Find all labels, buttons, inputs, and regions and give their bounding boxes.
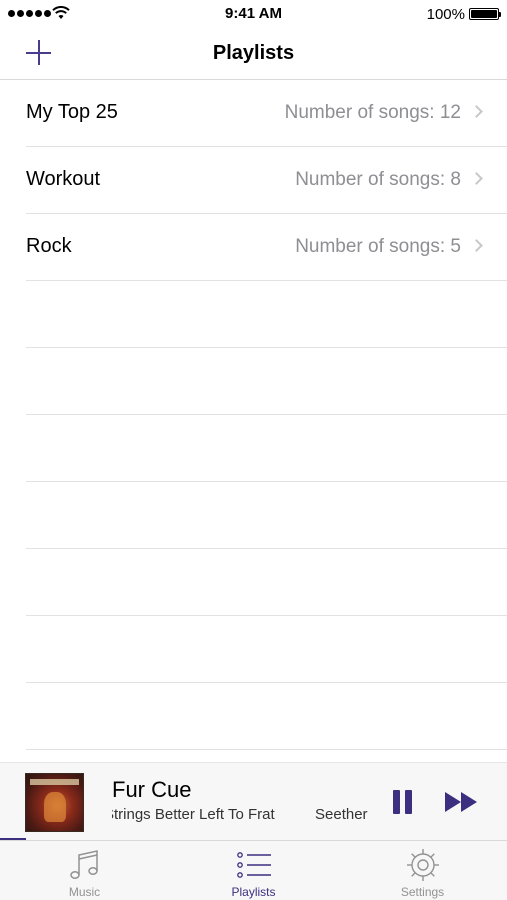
playlist-song-count: Number of songs: 5 [295,236,461,257]
playlist-song-count: Number of songs: 8 [295,169,461,190]
fast-forward-icon [445,792,461,812]
tab-label: Settings [400,885,445,899]
playlist-row[interactable]: My Top 25 Number of songs: 12 [26,80,507,147]
track-subtitle: Strings Better Left To Frat Seether [112,806,374,826]
playlist-title: Workout [26,168,101,190]
chevron-right-icon [470,239,483,252]
tab-label: Playlists [231,885,276,899]
playlist-title: My Top 25 [26,101,118,123]
playlist-list: My Top 25 Number of songs: 12 Workout Nu… [0,80,507,762]
empty-row [26,415,507,482]
list-icon [237,852,271,878]
artist-name: Seether [315,806,368,823]
tab-music[interactable]: Music [0,841,169,900]
tab-label: Music [68,885,101,899]
tab-playlists[interactable]: Playlists [169,841,338,900]
now-playing-bar[interactable]: Fur Cue Strings Better Left To Frat Seet… [0,762,507,840]
playlist-song-count: Number of songs: 12 [284,102,461,123]
music-note-icon [70,850,98,879]
navigation-bar: Playlists [0,28,507,80]
gear-icon [407,849,439,881]
empty-row [26,616,507,683]
empty-row [26,683,507,750]
pause-button[interactable] [393,790,413,814]
playlist-row[interactable]: Rock Number of songs: 5 [26,214,507,281]
track-title: Fur Cue [112,777,192,802]
playlist-title: Rock [26,235,72,257]
battery-icon [469,8,501,20]
tab-bar: Music Playlists Settings [0,840,507,900]
page-title: Playlists [212,42,295,64]
playlist-row[interactable]: Workout Number of songs: 8 [26,147,507,214]
album-name: Strings Better Left To Frat [112,806,275,823]
status-bar: 9:41 AM 100% [0,0,507,28]
tab-settings[interactable]: Settings [338,841,507,900]
empty-row [26,482,507,549]
album-artwork [25,773,84,832]
pause-icon [393,790,400,814]
empty-row [26,281,507,348]
chevron-right-icon [470,172,483,185]
empty-row [26,348,507,415]
empty-row [26,549,507,616]
battery-percentage: 100% [426,6,465,23]
chevron-right-icon [470,105,483,118]
fast-forward-button[interactable] [444,791,478,813]
